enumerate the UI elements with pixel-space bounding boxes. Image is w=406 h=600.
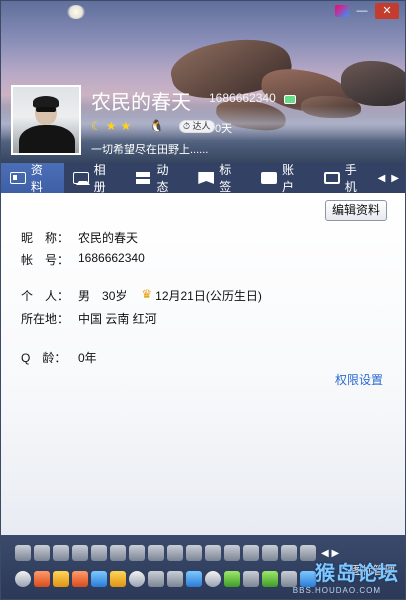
app-icon[interactable] — [34, 571, 50, 587]
vip-icon[interactable] — [284, 95, 296, 104]
penguin-icon[interactable]: 🐧 — [149, 119, 164, 133]
app-icon[interactable] — [262, 571, 278, 587]
profile-window: — ✕ 农民的春天 1686662340 ☾ ★ ★ 🐧 ⏱ 达人 0天 一切希… — [0, 0, 406, 600]
tag-icon — [198, 172, 215, 184]
profile-banner: — ✕ 农民的春天 1686662340 ☾ ★ ★ 🐧 ⏱ 达人 0天 一切希… — [1, 1, 405, 163]
personal-label: 个 人： — [21, 289, 70, 303]
online-days: 0天 — [215, 123, 233, 135]
account-value: 1686662340 — [78, 251, 145, 265]
phone-icon — [323, 172, 340, 184]
qage-label: Q 龄： — [21, 351, 67, 365]
app-icon[interactable] — [186, 571, 202, 587]
avatar-sunglasses — [36, 107, 56, 112]
app-icon[interactable] — [15, 545, 31, 561]
star-level-icon: ★ — [105, 119, 117, 133]
tab-label: 手机 — [344, 163, 357, 194]
crown-icon: ♛ — [141, 287, 153, 301]
tab-label: 动态 — [156, 163, 169, 194]
watermark-url: BBS.HOUDAO.COM — [292, 586, 381, 595]
app-icon[interactable] — [205, 545, 221, 561]
tab-label: 资料 — [30, 163, 43, 194]
app-icon[interactable] — [281, 571, 297, 587]
tab-label: 账户 — [281, 163, 294, 194]
qage-value: 0年 — [78, 351, 97, 365]
tab-album[interactable]: 相册 — [64, 163, 127, 194]
tab-tags[interactable]: 标签 — [189, 163, 252, 194]
feed-icon — [135, 172, 152, 184]
profile-details: 编辑资料 昵 称： 农民的春天 帐 号： 1686662340 个 人： 男 3… — [1, 193, 405, 535]
account-row: 帐 号： 1686662340 — [21, 251, 145, 268]
level-indicator[interactable]: ☾ ★ ★ — [91, 119, 131, 133]
moon-decoration — [67, 5, 85, 19]
star-level-icon: ★ — [120, 119, 132, 133]
id-card-icon — [10, 172, 26, 184]
avatar-body — [19, 125, 75, 153]
qage-row: Q 龄： 0年 — [21, 349, 97, 366]
watermark-title: 猴岛论坛 — [315, 563, 399, 585]
moon-level-icon: ☾ — [91, 119, 102, 133]
location-label: 所在地： — [21, 312, 70, 326]
tab-scroll: ◀ ▶ — [378, 163, 405, 193]
app-icon[interactable] — [300, 571, 316, 587]
app-icon[interactable] — [167, 545, 183, 561]
app-icon[interactable] — [129, 571, 145, 587]
tab-scroll-left-icon[interactable]: ◀ — [378, 173, 386, 184]
level-badge[interactable]: ⏱ 达人 — [179, 120, 215, 133]
app-icon[interactable] — [15, 571, 31, 587]
age-value: 30岁 — [102, 289, 128, 303]
app-icon[interactable] — [91, 545, 107, 561]
nickname-title: 农民的春天 — [91, 92, 191, 114]
location-row: 所在地： 中国 云南 红河 — [21, 310, 157, 327]
tab-account[interactable]: 账户 — [252, 163, 315, 194]
tab-profile[interactable]: 资料 — [1, 163, 64, 194]
app-icon[interactable] — [53, 545, 69, 561]
app-icon[interactable] — [262, 545, 278, 561]
birthday-value: 12月21日(公历生日) — [155, 289, 262, 303]
window-controls: — ✕ — [335, 3, 399, 19]
account-label: 帐 号： — [21, 253, 70, 267]
app-icon[interactable] — [34, 545, 50, 561]
app-icon[interactable] — [53, 571, 69, 587]
app-icon[interactable] — [186, 545, 202, 561]
permissions-link[interactable]: 权限设置 — [335, 371, 383, 388]
nickname-row: 昵 称： 农民的春天 — [21, 229, 138, 246]
app-icon[interactable] — [72, 571, 88, 587]
app-icon[interactable] — [129, 545, 145, 561]
app-icon[interactable] — [224, 571, 240, 587]
app-icon[interactable] — [281, 545, 297, 561]
nickname-label: 昵 称： — [21, 231, 70, 245]
app-icon[interactable] — [110, 545, 126, 561]
qq-number: 1686662340 — [209, 91, 276, 105]
app-icon[interactable] — [167, 571, 183, 587]
wallet-icon — [261, 172, 277, 184]
app-icon[interactable] — [91, 571, 107, 587]
photo-icon — [72, 172, 90, 185]
app-icon[interactable] — [148, 571, 164, 587]
tab-feed[interactable]: 动态 — [127, 163, 190, 194]
app-icon[interactable] — [148, 545, 164, 561]
app-icon[interactable] — [205, 571, 221, 587]
personal-row: 个 人： 男 30岁 ♛ 12月21日(公历生日) — [21, 287, 262, 304]
app-icon[interactable] — [72, 545, 88, 561]
tab-label: 相册 — [93, 163, 106, 194]
app-icon[interactable] — [243, 545, 259, 561]
tab-phone[interactable]: 手机 — [315, 163, 378, 194]
tab-label: 标签 — [219, 163, 232, 194]
app-icon[interactable] — [110, 571, 126, 587]
close-button[interactable]: ✕ — [375, 3, 399, 19]
minimize-button[interactable]: — — [353, 3, 371, 19]
avatar[interactable] — [11, 85, 81, 155]
app-icon[interactable] — [224, 545, 240, 561]
level-badge-label: 达人 — [192, 121, 211, 131]
app-icon[interactable] — [243, 571, 259, 587]
gender-value: 男 — [78, 289, 91, 303]
location-value: 中国 云南 红河 — [78, 312, 157, 326]
skin-button[interactable] — [335, 5, 349, 17]
signature-text[interactable]: 一切希望尽在田野上...... — [91, 141, 208, 157]
nickname-value: 农民的春天 — [78, 231, 139, 245]
tab-bar: 资料 相册 动态 标签 账户 手机 ◀ ▶ — [1, 163, 405, 194]
tab-scroll-right-icon[interactable]: ▶ — [391, 173, 399, 184]
edit-profile-button[interactable]: 编辑资料 — [324, 200, 387, 221]
app-icon[interactable] — [300, 545, 316, 561]
